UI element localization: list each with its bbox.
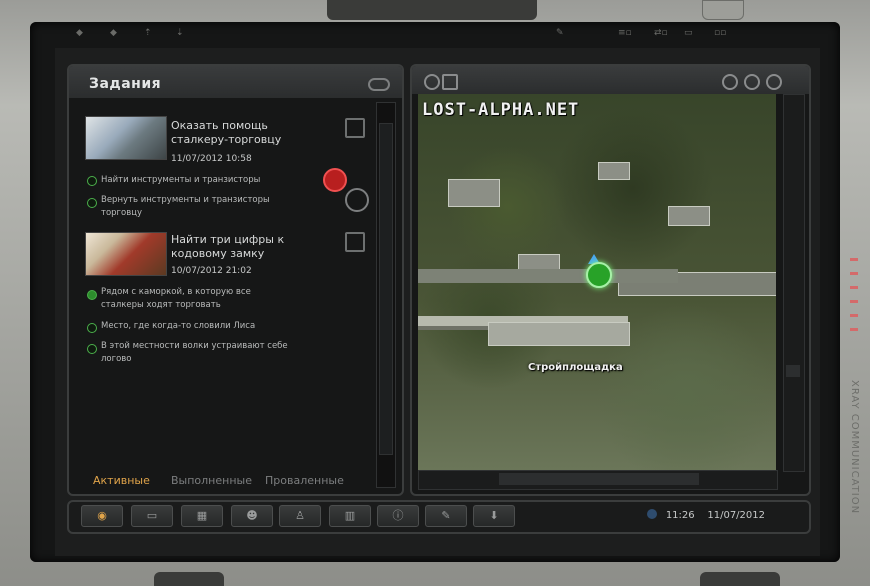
map-toolbar: [412, 66, 809, 94]
wrench-icon: ✎: [556, 28, 564, 38]
led: [850, 300, 858, 303]
player-marker-icon[interactable]: [586, 262, 612, 288]
device-top-clip: [327, 0, 537, 20]
clock-time: 11:26: [665, 510, 695, 521]
subtask-text: Найти инструменты и транзисторы: [101, 175, 261, 185]
subtask-text: Вернуть инструменты и транзисторы: [101, 195, 270, 205]
upload-icon: ⇡: [144, 28, 152, 38]
task-image-tools: [85, 116, 167, 160]
info-button[interactable]: ⓘ: [377, 505, 419, 527]
watermark: LOST-ALPHA.NET: [422, 100, 580, 120]
device-brand: XRAY COMMUNICATION: [849, 380, 860, 515]
clock-date: 11/07/2012: [707, 510, 765, 521]
subtask-text: Место, где когда-то словили Лиса: [101, 321, 256, 331]
device-bottom-clip: [154, 572, 224, 586]
scroll-thumb[interactable]: [499, 473, 699, 485]
map-vertical-scrollbar[interactable]: [783, 94, 805, 472]
subtask-status-dot: [87, 176, 97, 186]
clock: 11:26 11/07/2012: [646, 509, 765, 521]
task-datetime: 10/07/2012 21:02: [171, 266, 252, 276]
subtask-status-dot: [87, 198, 97, 208]
tab-done[interactable]: Выполненные: [171, 474, 252, 487]
task-focus-icon[interactable]: [345, 118, 365, 138]
led: [850, 328, 858, 331]
task-datetime: 11/07/2012 10:58: [171, 154, 252, 164]
sound-icon: ▫▫: [714, 28, 727, 38]
target-icon[interactable]: [323, 168, 347, 192]
status-icons: ◆ ◆ ⇡ ⇣ ✎ ≡▫ ⇄▫ ▭ ▫▫: [70, 28, 800, 42]
trade-icon[interactable]: [345, 188, 369, 212]
diamond-icon: ◆: [76, 28, 83, 38]
tasks-scrollbar[interactable]: [376, 102, 396, 488]
calendar-button[interactable]: ▦: [181, 505, 223, 527]
led: [850, 272, 858, 275]
subtask-text-cont: торговцу: [101, 208, 143, 218]
download-button[interactable]: ⬇: [473, 505, 515, 527]
battery-icon: ⇄▫: [654, 28, 668, 38]
subtask-status-dot-active: [87, 290, 97, 300]
map-button[interactable]: ▭: [131, 505, 173, 527]
subtask-text-cont: логово: [101, 354, 132, 364]
tools-button[interactable]: ✎: [425, 505, 467, 527]
subtask-text-cont: сталкеры ходят торговать: [101, 300, 221, 310]
map-road: [418, 269, 678, 283]
subtask-text: В этой местности волки устраивают себе: [101, 341, 288, 351]
task-tabs: Активные Выполненные Проваленные: [69, 470, 402, 494]
map-view[interactable]: LOST-ALPHA.NET Стройплощадка: [418, 94, 776, 470]
task-title-line1: Оказать помощь: [171, 119, 268, 132]
task-title-line2: кодовому замку: [171, 247, 265, 260]
led: [850, 258, 858, 261]
download-icon: ⇣: [176, 28, 184, 38]
task-image-banknote: [85, 232, 167, 276]
led: [850, 286, 858, 289]
compass-icon[interactable]: [424, 74, 440, 90]
map-building: [668, 206, 710, 226]
tasks-panel-header: Задания: [69, 66, 402, 98]
map-location-label: Стройплощадка: [528, 362, 623, 373]
led: [850, 314, 858, 317]
frame-icon[interactable]: [442, 74, 458, 90]
stats-button[interactable]: ♙: [279, 505, 321, 527]
diamond-icon: ◆: [110, 28, 117, 38]
map-panel: LOST-ALPHA.NET Стройплощадка: [410, 64, 811, 496]
globe-icon: [646, 509, 657, 519]
map-building: [488, 322, 630, 346]
map-horizontal-scrollbar[interactable]: [418, 470, 778, 490]
device-bottom-vent: [700, 572, 780, 586]
bottom-toolbar: ◉ ▭ ▦ ☻ ♙ ▥ ⓘ ✎ ⬇ 11:26 11/07/2012: [67, 500, 811, 534]
zoom-in-icon[interactable]: [722, 74, 738, 90]
subtask-text: Рядом с каморкой, в которую все: [101, 287, 251, 297]
task-focus-icon[interactable]: [345, 232, 365, 252]
subtask-status-dot: [87, 323, 97, 333]
contacts-button[interactable]: ☻: [231, 505, 273, 527]
map-building: [448, 179, 500, 207]
card-icon: ▭: [684, 28, 693, 38]
tab-failed[interactable]: Проваленные: [265, 474, 344, 487]
charts-button[interactable]: ▥: [329, 505, 371, 527]
map-building: [598, 162, 630, 180]
panel-title: Задания: [89, 76, 162, 92]
task-title-line2: сталкеру-торговцу: [171, 133, 282, 146]
eye-icon[interactable]: [368, 78, 390, 91]
zoom-out-icon[interactable]: [744, 74, 760, 90]
tasks-panel: Задания Оказать помощь сталкеру-торговцу…: [67, 64, 404, 496]
power-button[interactable]: [702, 0, 744, 20]
subtask-status-dot: [87, 344, 97, 354]
task-title-line1: Найти три цифры к: [171, 233, 285, 246]
scroll-thumb[interactable]: [379, 123, 393, 455]
tasks-button[interactable]: ◉: [81, 505, 123, 527]
pda-device: XRAY COMMUNICATION ◆ ◆ ⇡ ⇣ ✎ ≡▫ ⇄▫ ▭ ▫▫ …: [0, 0, 870, 586]
signal-icon: ≡▫: [618, 28, 632, 38]
play-icon[interactable]: [766, 74, 782, 90]
scroll-thumb[interactable]: [786, 365, 800, 377]
tab-active[interactable]: Активные: [93, 474, 150, 487]
